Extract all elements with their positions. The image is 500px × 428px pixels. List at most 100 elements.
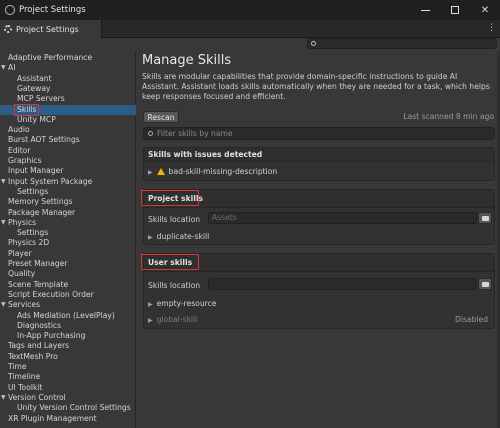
sidebar-item[interactable]: Preset Manager — [0, 259, 136, 269]
sidebar-item[interactable]: Physics 2D — [0, 238, 136, 248]
sidebar-item[interactable]: Settings — [0, 228, 136, 238]
sidebar-item-label: Assistant — [17, 73, 52, 83]
sidebar-item[interactable]: Tags and Layers — [0, 341, 136, 351]
user-location-label: Skills location — [148, 281, 201, 290]
folder-icon — [482, 282, 489, 287]
sidebar-item-label: Services — [8, 300, 41, 310]
sidebar-item-label: Diagnostics — [17, 320, 62, 330]
close-button[interactable]: ✕ — [470, 0, 500, 20]
expand-arrow-icon[interactable]: ▶ — [148, 169, 153, 176]
sidebar-item[interactable]: Script Execution Order — [0, 290, 136, 300]
sidebar-item-label: Graphics — [8, 156, 42, 165]
user-skill-item-disabled[interactable]: ▶ global-skill Disabled — [144, 313, 494, 327]
project-location-field[interactable]: Assets — [208, 212, 477, 224]
expand-arrow-icon[interactable]: ▶ — [148, 234, 153, 241]
expand-arrow-icon[interactable]: ▶ — [148, 317, 153, 324]
sidebar-item[interactable]: Gateway — [0, 84, 136, 94]
expand-arrow-icon[interactable]: ▼ — [1, 218, 6, 228]
user-skill-label: empty-resource — [156, 299, 217, 308]
sidebar-item-label: MCP Servers — [17, 94, 65, 104]
sidebar-item[interactable]: Settings — [0, 187, 136, 197]
sidebar-item-label: XR Plugin Management — [8, 413, 97, 423]
sidebar-item-label: In-App Purchasing — [17, 331, 86, 341]
sidebar-item[interactable]: Adaptive Performance — [0, 53, 136, 63]
expand-arrow-icon[interactable]: ▼ — [1, 393, 6, 403]
warning-icon — [156, 168, 165, 175]
sidebar-item[interactable]: Diagnostics — [0, 321, 136, 331]
sidebar-item-label: Physics — [8, 217, 37, 227]
gear-icon — [4, 25, 12, 33]
sidebar-item-label: Version Control — [8, 392, 66, 402]
tab-label: Project Settings — [16, 24, 79, 34]
project-browse-folder-button[interactable] — [478, 212, 492, 224]
project-skill-label: duplicate-skill — [156, 232, 210, 241]
sidebar-item-label: Package Manager — [8, 207, 76, 217]
sidebar-item-label: Unity MCP — [17, 114, 56, 124]
sidebar-item-label: AI — [8, 63, 16, 73]
issues-section: Skills with issues detected ▶ bad-skill-m… — [143, 147, 495, 181]
sidebar-item[interactable]: Timeline — [0, 372, 136, 382]
sidebar-item-label: Ads Mediation (LevelPlay) — [17, 310, 115, 320]
settings-search-input[interactable] — [307, 38, 497, 49]
sidebar-item[interactable]: Scene Template — [0, 280, 136, 290]
sidebar-item-label: Gateway — [17, 83, 51, 93]
sidebar-item-label: Input System Package — [8, 176, 93, 186]
sidebar-item-label: Time — [8, 362, 27, 371]
sidebar-item[interactable]: Quality — [0, 269, 136, 279]
expand-arrow-icon[interactable]: ▼ — [1, 63, 6, 73]
sidebar-item[interactable]: Input Manager — [0, 166, 136, 176]
issue-item[interactable]: ▶ bad-skill-missing-description — [144, 165, 494, 179]
filter-skills-input[interactable]: Filter skills by name — [143, 127, 495, 140]
sidebar-item[interactable]: Burst AOT Settings — [0, 135, 136, 145]
user-skill-label: global-skill — [156, 315, 198, 324]
project-skill-item[interactable]: ▶ duplicate-skill — [144, 230, 494, 244]
tab-project-settings[interactable]: Project Settings — [0, 20, 102, 38]
sidebar-item[interactable]: ▼ Services — [0, 300, 136, 310]
sidebar-item[interactable]: UI Toolkit — [0, 383, 136, 393]
sidebar-item[interactable]: ▼ AI — [0, 63, 136, 73]
sidebar-item[interactable]: Unity Version Control Settings — [0, 403, 136, 413]
sidebar-item[interactable]: Package Manager — [0, 208, 136, 218]
tab-bar: Project Settings ⋮ — [0, 20, 500, 38]
sidebar-item-label: Settings — [17, 228, 49, 238]
last-scanned-text: Last scanned 8 min ago — [403, 112, 494, 121]
issue-item-label: bad-skill-missing-description — [168, 167, 278, 176]
sidebar-item[interactable]: Memory Settings — [0, 197, 136, 207]
sidebar-item-label: Player — [8, 248, 32, 258]
user-browse-folder-button[interactable] — [478, 278, 492, 290]
expand-arrow-icon[interactable]: ▼ — [1, 177, 6, 187]
rescan-button[interactable]: Rescan — [143, 111, 179, 123]
maximize-icon — [451, 6, 459, 14]
highlight-skills-item — [14, 103, 39, 116]
sidebar-item[interactable]: Time — [0, 362, 136, 372]
sidebar-item-label: Preset Manager — [8, 259, 68, 268]
sidebar-item[interactable]: MCP Servers — [0, 94, 136, 104]
user-skill-item[interactable]: ▶ empty-resource — [144, 297, 494, 311]
expand-arrow-icon[interactable]: ▶ — [148, 301, 153, 308]
sidebar-item[interactable]: ▼ Version Control — [0, 393, 136, 403]
sidebar-item-label: Memory Settings — [8, 197, 73, 207]
sidebar-item[interactable]: In-App Purchasing — [0, 331, 136, 341]
sidebar-item[interactable]: TextMesh Pro — [0, 352, 136, 362]
sidebar-item-label: Script Execution Order — [8, 289, 94, 299]
sidebar-item[interactable]: Unity MCP — [0, 115, 136, 125]
sidebar-item[interactable]: Player — [0, 249, 136, 259]
sidebar-item[interactable]: Assistant — [0, 74, 136, 84]
sidebar-item[interactable]: Graphics — [0, 156, 136, 166]
sidebar-item[interactable]: Editor — [0, 146, 136, 156]
sidebar-item-label: Input Manager — [8, 166, 64, 176]
kebab-menu-icon[interactable]: ⋮ — [487, 23, 496, 33]
expand-arrow-icon[interactable]: ▼ — [1, 300, 6, 310]
sidebar-item[interactable]: ▼ Physics — [0, 218, 136, 228]
minimize-button[interactable] — [410, 0, 440, 20]
maximize-button[interactable] — [440, 0, 470, 20]
sidebar-item-label: Timeline — [8, 372, 41, 382]
sidebar-item[interactable]: XR Plugin Management — [0, 414, 136, 424]
sidebar-item[interactable]: ▼ Input System Package — [0, 177, 136, 187]
sidebar-item[interactable]: Ads Mediation (LevelPlay) — [0, 311, 136, 321]
user-location-field[interactable] — [208, 278, 477, 290]
main-panel: Manage Skills Skills are modular capabil… — [137, 51, 500, 428]
sidebar-item[interactable]: Audio — [0, 125, 136, 135]
sidebar-item-label: Burst AOT Settings — [8, 135, 80, 145]
sidebar-item-label: Settings — [17, 186, 49, 196]
